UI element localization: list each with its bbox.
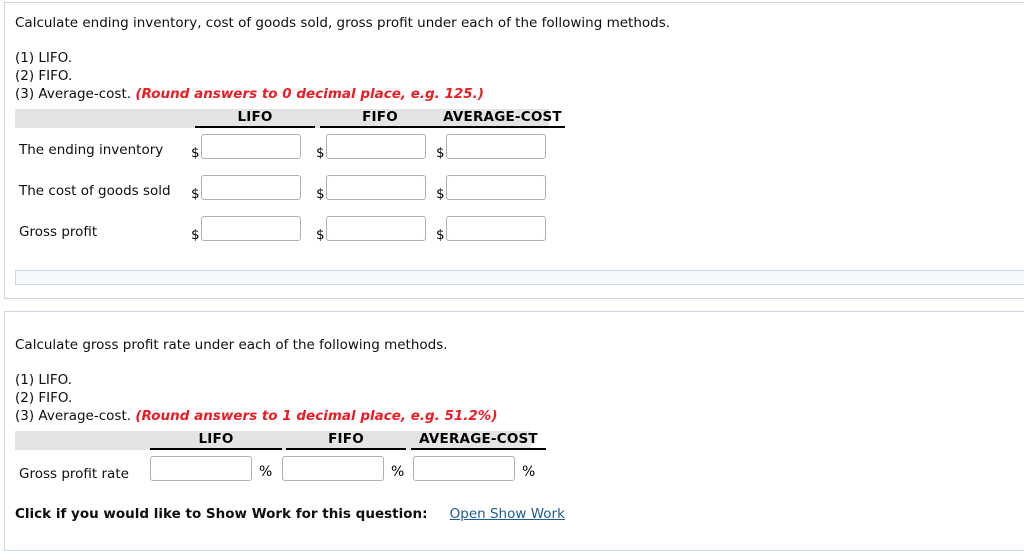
part-a-action-bar[interactable] xyxy=(15,270,1024,285)
dollar-sign-icon: $ xyxy=(436,145,445,161)
input-gross-profit-rate-fifo[interactable] xyxy=(282,456,384,481)
part-a-method-1: (1) LIFO. xyxy=(15,50,73,66)
percent-sign-icon: % xyxy=(259,464,273,480)
dollar-sign-icon: $ xyxy=(191,186,200,202)
input-gross-profit-lifo[interactable] xyxy=(201,216,301,241)
table-row: Gross profit rate % % % xyxy=(15,450,535,490)
table-row: Gross profit $ $ $ xyxy=(15,210,549,251)
input-cogs-lifo[interactable] xyxy=(201,175,301,200)
table-row: The cost of goods sold $ $ $ xyxy=(15,169,549,210)
input-ending-inventory-fifo[interactable] xyxy=(326,134,426,159)
part-b-prompt: Calculate gross profit rate under each o… xyxy=(15,337,448,353)
part-a-row-label-cost-of-goods-sold: The cost of goods sold xyxy=(19,183,171,199)
part-a-rounding-note: (Round answers to 0 decimal place, e.g. … xyxy=(135,86,484,102)
part-b-column-header-lifo: LIFO xyxy=(150,431,282,450)
dollar-sign-icon: $ xyxy=(191,145,200,161)
part-a-row-label-gross-profit: Gross profit xyxy=(19,224,98,240)
question-part-a-panel: Calculate ending inventory, cost of good… xyxy=(4,2,1024,299)
question-part-b-panel: Calculate gross profit rate under each o… xyxy=(4,311,1024,551)
part-b-column-header-fifo: FIFO xyxy=(286,431,406,450)
part-a-answer-table: LIFO FIFO AVERAGE-COST The ending invent… xyxy=(15,109,565,251)
percent-sign-icon: % xyxy=(391,464,405,480)
part-b-table-header-row: LIFO FIFO AVERAGE-COST xyxy=(15,431,546,450)
input-gross-profit-fifo[interactable] xyxy=(326,216,426,241)
part-a-prompt: Calculate ending inventory, cost of good… xyxy=(15,15,671,31)
part-a-column-header-average-cost: AVERAGE-COST xyxy=(440,109,565,128)
part-b-method-1: (1) LIFO. xyxy=(15,372,73,388)
part-b-row-label-gross-profit-rate: Gross profit rate xyxy=(19,466,129,482)
input-gross-profit-average-cost[interactable] xyxy=(446,216,546,241)
open-show-work-link[interactable]: Open Show Work xyxy=(450,506,565,522)
question-screen: Calculate ending inventory, cost of good… xyxy=(0,0,1024,551)
part-b-method-2: (2) FIFO. xyxy=(15,390,73,406)
input-gross-profit-rate-average-cost[interactable] xyxy=(413,456,515,481)
part-a-method-3-line: (3) Average-cost. (Round answers to 0 de… xyxy=(15,86,484,103)
part-b-answer-table: LIFO FIFO AVERAGE-COST Gross profit rate… xyxy=(15,431,546,490)
part-a-method-2: (2) FIFO. xyxy=(15,68,73,84)
part-a-method-3: (3) Average-cost. xyxy=(15,86,132,102)
dollar-sign-icon: $ xyxy=(191,227,200,243)
percent-sign-icon: % xyxy=(522,464,536,480)
input-ending-inventory-lifo[interactable] xyxy=(201,134,301,159)
table-row: The ending inventory $ $ $ xyxy=(15,128,549,169)
dollar-sign-icon: $ xyxy=(316,145,325,161)
input-cogs-average-cost[interactable] xyxy=(446,175,546,200)
part-a-row-label-ending-inventory: The ending inventory xyxy=(19,142,164,158)
part-a-table-header-row: LIFO FIFO AVERAGE-COST xyxy=(15,109,565,128)
input-gross-profit-rate-lifo[interactable] xyxy=(150,456,252,481)
part-b-rounding-note: (Round answers to 1 decimal place, e.g. … xyxy=(135,408,498,424)
part-a-column-header-fifo: FIFO xyxy=(320,109,440,128)
show-work-label: Click if you would like to Show Work for… xyxy=(15,506,428,522)
input-ending-inventory-average-cost[interactable] xyxy=(446,134,546,159)
dollar-sign-icon: $ xyxy=(316,186,325,202)
part-a-column-header-lifo: LIFO xyxy=(195,109,315,128)
part-b-column-header-average-cost: AVERAGE-COST xyxy=(411,431,546,450)
show-work-row: Click if you would like to Show Work for… xyxy=(15,506,565,522)
part-b-method-3-line: (3) Average-cost. (Round answers to 1 de… xyxy=(15,408,498,425)
dollar-sign-icon: $ xyxy=(316,227,325,243)
dollar-sign-icon: $ xyxy=(436,227,445,243)
dollar-sign-icon: $ xyxy=(436,186,445,202)
input-cogs-fifo[interactable] xyxy=(326,175,426,200)
part-b-method-3: (3) Average-cost. xyxy=(15,408,132,424)
